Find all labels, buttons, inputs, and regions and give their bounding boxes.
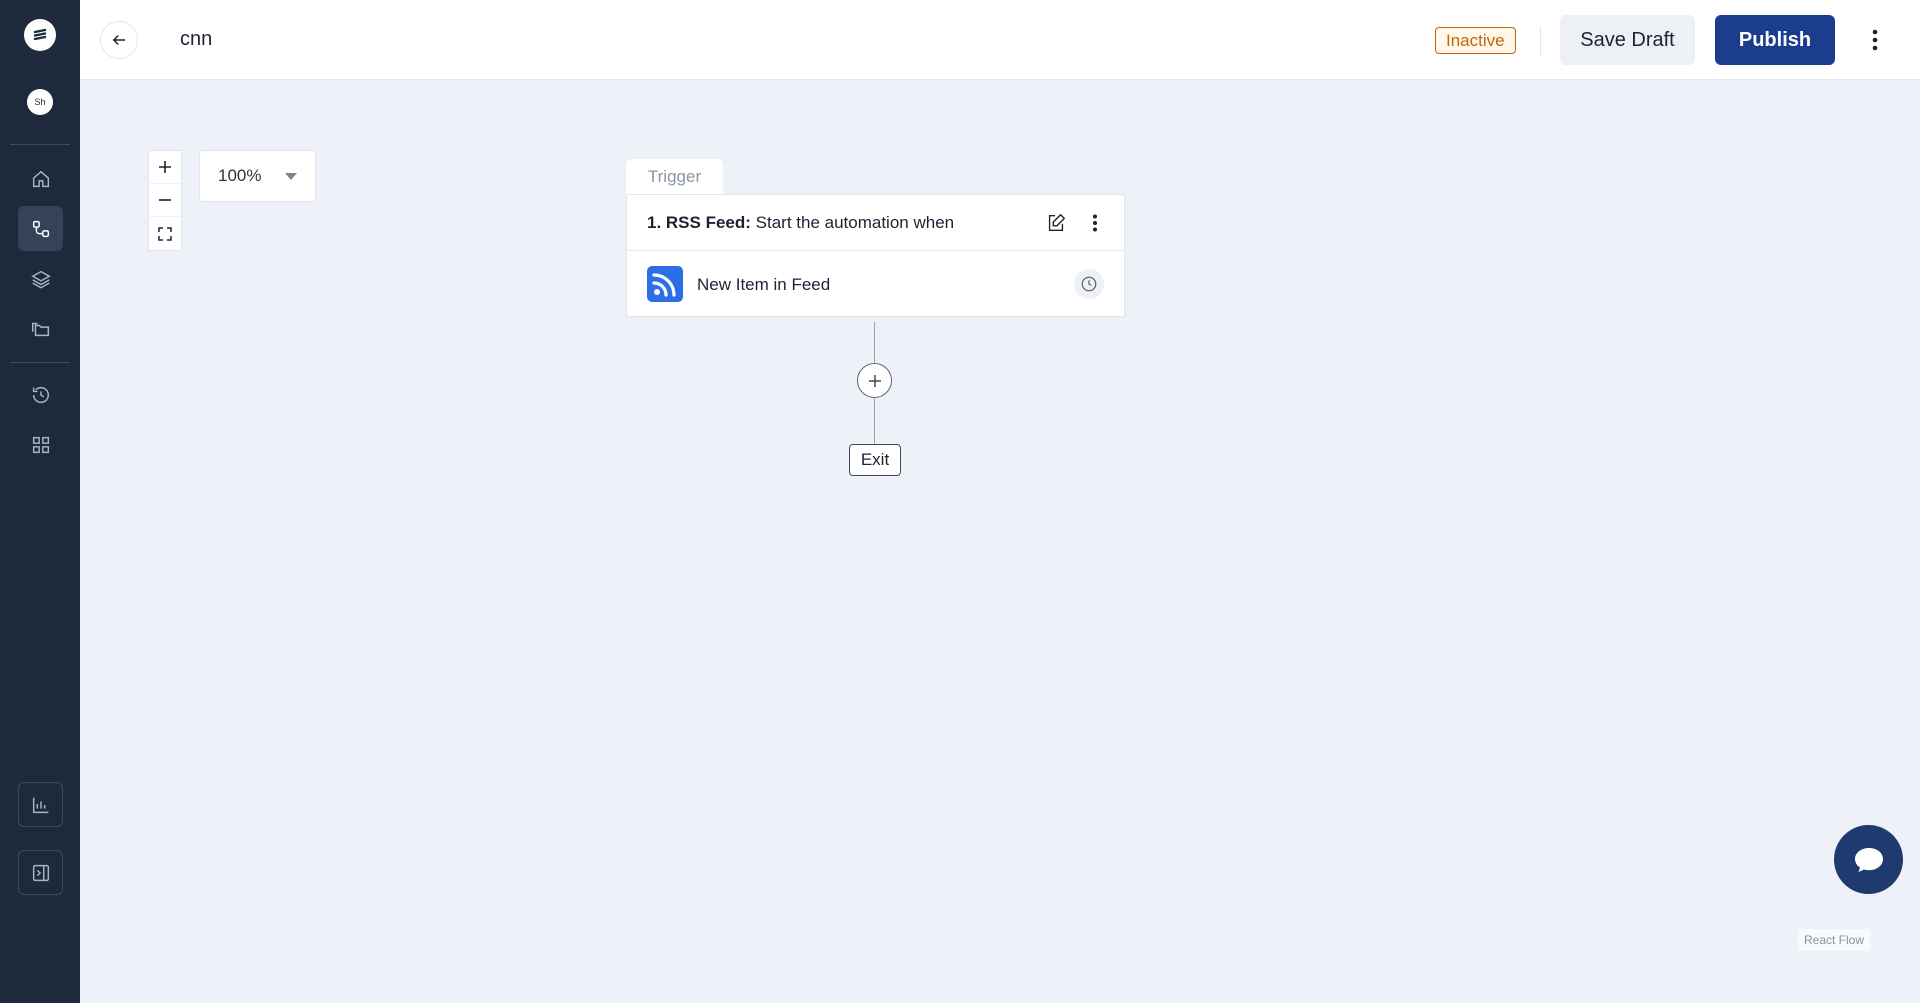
sidebar-divider — [10, 362, 70, 363]
react-flow-attribution[interactable]: React Flow — [1798, 929, 1871, 951]
arrow-left-icon — [112, 34, 125, 46]
zoom-in-button[interactable] — [149, 151, 181, 184]
rss-icon — [647, 266, 683, 302]
trigger-tab: Trigger — [626, 159, 723, 194]
vertical-dots-icon — [1872, 29, 1878, 51]
layers-icon — [30, 270, 51, 289]
exit-node: Exit — [849, 444, 901, 476]
vertical-dots-icon — [1093, 214, 1097, 232]
chat-bubble-icon — [1854, 847, 1883, 872]
zoom-level-select[interactable]: 100% — [199, 150, 316, 202]
home-icon — [32, 170, 49, 187]
sidebar-item-apps[interactable] — [18, 422, 63, 467]
fullscreen-icon — [158, 226, 172, 241]
logo-icon — [33, 28, 47, 41]
flow-name[interactable]: cnn — [180, 28, 212, 51]
header-divider — [1540, 26, 1541, 56]
edit-step-button[interactable] — [1045, 212, 1067, 234]
minus-icon — [159, 199, 171, 201]
status-badge: Inactive — [1435, 27, 1516, 54]
clock-icon — [1081, 276, 1097, 292]
edit-icon — [1048, 213, 1066, 232]
sidebar-divider — [10, 144, 70, 145]
top-bar: cnn Inactive Save Draft Publish — [80, 0, 1920, 80]
trigger-step-text: Start the automation when — [750, 213, 955, 232]
avatar[interactable]: Sh — [27, 89, 53, 115]
trigger-event-label: New Item in Feed — [697, 275, 831, 294]
trigger-node-body: New Item in Feed — [627, 251, 1124, 317]
grid-icon — [32, 436, 49, 453]
schedule-button[interactable] — [1074, 269, 1104, 299]
sidebar-item-layers[interactable] — [18, 256, 63, 301]
zoom-controls — [148, 150, 182, 251]
sidebar-item-workflows[interactable] — [18, 206, 63, 251]
plus-icon — [868, 374, 881, 387]
sidebar: Sh — [0, 0, 80, 1003]
history-icon — [32, 386, 49, 403]
collapse-sidebar-icon — [32, 864, 49, 881]
save-draft-button[interactable]: Save Draft — [1560, 15, 1695, 65]
workflow-icon — [32, 220, 49, 237]
trigger-step-title: 1. RSS Feed: Start the automation when — [647, 213, 954, 233]
chevron-down-icon — [285, 173, 297, 180]
fit-view-button[interactable] — [149, 217, 181, 250]
back-button[interactable] — [100, 21, 138, 59]
trigger-node[interactable]: 1. RSS Feed: Start the automation when N… — [626, 194, 1125, 317]
plus-icon — [159, 161, 171, 173]
sidebar-item-home[interactable] — [18, 156, 63, 201]
add-step-button[interactable] — [857, 363, 892, 398]
publish-button[interactable]: Publish — [1715, 15, 1835, 65]
zoom-level-value: 100% — [218, 166, 262, 185]
flow-edge — [874, 398, 875, 444]
chat-button[interactable] — [1834, 825, 1903, 894]
bar-chart-icon — [32, 797, 48, 813]
more-options-button[interactable] — [1863, 25, 1887, 55]
trigger-step-prefix: 1. RSS Feed: — [647, 213, 751, 232]
step-options-button[interactable] — [1085, 211, 1105, 235]
sidebar-item-folders[interactable] — [18, 306, 63, 351]
zoom-out-button[interactable] — [149, 184, 181, 217]
sidebar-item-history[interactable] — [18, 372, 63, 417]
app-logo[interactable] — [24, 19, 56, 51]
folders-icon — [31, 322, 49, 336]
trigger-node-header: 1. RSS Feed: Start the automation when — [627, 195, 1124, 251]
flow-edge — [874, 322, 875, 363]
sidebar-collapse-button[interactable] — [18, 850, 63, 895]
sidebar-item-analytics[interactable] — [18, 782, 63, 827]
